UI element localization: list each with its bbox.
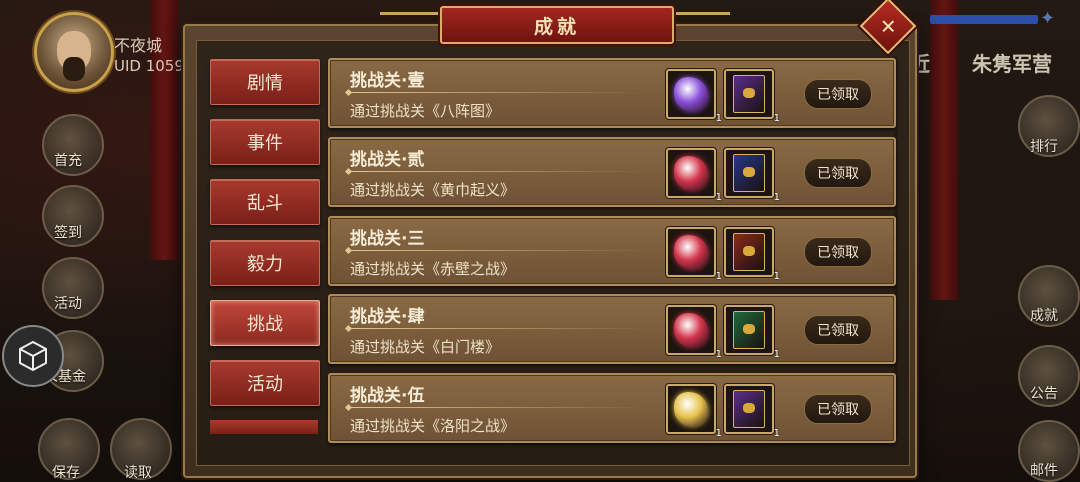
- gold-gem-icon: [674, 392, 708, 426]
- floating-assistant-button[interactable]: [2, 325, 64, 387]
- achievement-title: 挑战关·三: [350, 229, 425, 249]
- reward-slot[interactable]: 1: [666, 305, 722, 360]
- red-gem-icon: [674, 235, 708, 269]
- row-divider: [348, 171, 648, 172]
- player-avatar[interactable]: [34, 12, 114, 92]
- row-divider: [348, 328, 648, 329]
- player-name: 不夜城: [114, 36, 163, 55]
- red-gem-icon: [674, 313, 708, 347]
- achievement-title: 挑战关·贰: [350, 150, 425, 170]
- achievement-row: 挑战关·贰 通过挑战关《黄巾起义》 1 1 已领取: [328, 137, 896, 207]
- category-label: 剧情: [247, 73, 283, 94]
- achievement-row: 挑战关·壹 通过挑战关《八阵图》 1 1 已领取: [328, 58, 896, 128]
- row-divider: [348, 407, 648, 408]
- reward-slot[interactable]: 1: [724, 69, 780, 124]
- reward-slot[interactable]: 1: [666, 148, 722, 203]
- category-tab-event[interactable]: 事件: [210, 119, 320, 165]
- category-label: 活动: [247, 374, 283, 395]
- resource-bar: [930, 15, 1038, 24]
- reward-count: 1: [715, 113, 722, 124]
- achievement-label: 成就: [1030, 308, 1058, 324]
- category-label: 挑战: [247, 314, 283, 335]
- purple-book-icon: [733, 75, 765, 113]
- reward-count: 1: [773, 428, 780, 439]
- reward-slot[interactable]: 1: [724, 305, 780, 360]
- category-tab-brawl[interactable]: 乱斗: [210, 179, 320, 225]
- close-icon: ✕: [879, 13, 897, 38]
- dialog-title: 成就: [533, 15, 580, 38]
- achievement-description: 通过挑战关《赤壁之战》: [350, 260, 516, 278]
- reward-slot[interactable]: 1: [724, 384, 780, 439]
- green-book-icon: [733, 311, 765, 349]
- category-tab-activity[interactable]: 活动: [210, 360, 320, 406]
- title-ornament: [380, 12, 440, 15]
- first-recharge-label: 首充: [54, 153, 82, 169]
- category-label: 事件: [247, 133, 283, 154]
- red-book-icon: [733, 233, 765, 271]
- category-label: 乱斗: [247, 193, 283, 214]
- category-label: 毅力: [247, 254, 283, 275]
- mail-label: 邮件: [1030, 463, 1058, 479]
- checkin-label: 签到: [54, 225, 82, 241]
- bird-icon: ✦: [1040, 8, 1056, 29]
- ranking-label: 排行: [1030, 139, 1058, 155]
- achievement-row: 挑战关·肆 通过挑战关《白门楼》 1 1 已领取: [328, 294, 896, 364]
- achievement-description: 通过挑战关《黄巾起义》: [350, 181, 516, 199]
- achievement-title: 挑战关·壹: [350, 71, 425, 91]
- cube-icon: [19, 340, 47, 372]
- purple-gem-icon: [674, 77, 708, 111]
- title-ornament: [670, 12, 730, 15]
- achievement-description: 通过挑战关《八阵图》: [350, 102, 501, 120]
- category-tab-perseverance[interactable]: 毅力: [210, 240, 320, 286]
- claimed-button[interactable]: 已领取: [804, 158, 872, 188]
- load-game-label: 读取: [124, 465, 152, 481]
- dialog-title-banner: 成就: [440, 6, 674, 44]
- reward-count: 1: [773, 349, 780, 360]
- claimed-button[interactable]: 已领取: [804, 79, 872, 109]
- event-label: 活动: [54, 296, 82, 312]
- category-tab-partial[interactable]: [210, 420, 318, 434]
- blue-book-icon: [733, 154, 765, 192]
- category-tab-challenge[interactable]: 挑战: [210, 300, 320, 346]
- reward-count: 1: [715, 349, 722, 360]
- avatar-beard: [63, 57, 85, 81]
- achievement-description: 通过挑战关《洛阳之战》: [350, 417, 516, 435]
- reward-count: 1: [715, 428, 722, 439]
- reward-slot[interactable]: 1: [666, 69, 722, 124]
- hud-tab-camp[interactable]: 朱隽军营: [972, 48, 1052, 77]
- reward-slot[interactable]: 1: [724, 227, 780, 282]
- achievement-title: 挑战关·肆: [350, 307, 425, 327]
- achievement-row: 挑战关·伍 通过挑战关《洛阳之战》 1 1 已领取: [328, 373, 896, 443]
- row-divider: [348, 250, 648, 251]
- reward-slot[interactable]: 1: [724, 148, 780, 203]
- achievement-description: 通过挑战关《白门楼》: [350, 338, 501, 356]
- reward-count: 1: [715, 192, 722, 203]
- notice-label: 公告: [1030, 386, 1058, 402]
- achievement-title: 挑战关·伍: [350, 386, 425, 406]
- reward-count: 1: [715, 271, 722, 282]
- red-gem-icon: [674, 156, 708, 190]
- claimed-button[interactable]: 已领取: [804, 315, 872, 345]
- reward-slot[interactable]: 1: [666, 227, 722, 282]
- reward-count: 1: [773, 192, 780, 203]
- claimed-button[interactable]: 已领取: [804, 394, 872, 424]
- claimed-button[interactable]: 已领取: [804, 237, 872, 267]
- category-tab-story[interactable]: 剧情: [210, 59, 320, 105]
- reward-count: 1: [773, 113, 780, 124]
- achievement-row: 挑战关·三 通过挑战关《赤壁之战》 1 1 已领取: [328, 216, 896, 286]
- reward-slot[interactable]: 1: [666, 384, 722, 439]
- save-game-label: 保存: [52, 465, 80, 481]
- purple-book-icon: [733, 390, 765, 428]
- reward-count: 1: [773, 271, 780, 282]
- row-divider: [348, 92, 648, 93]
